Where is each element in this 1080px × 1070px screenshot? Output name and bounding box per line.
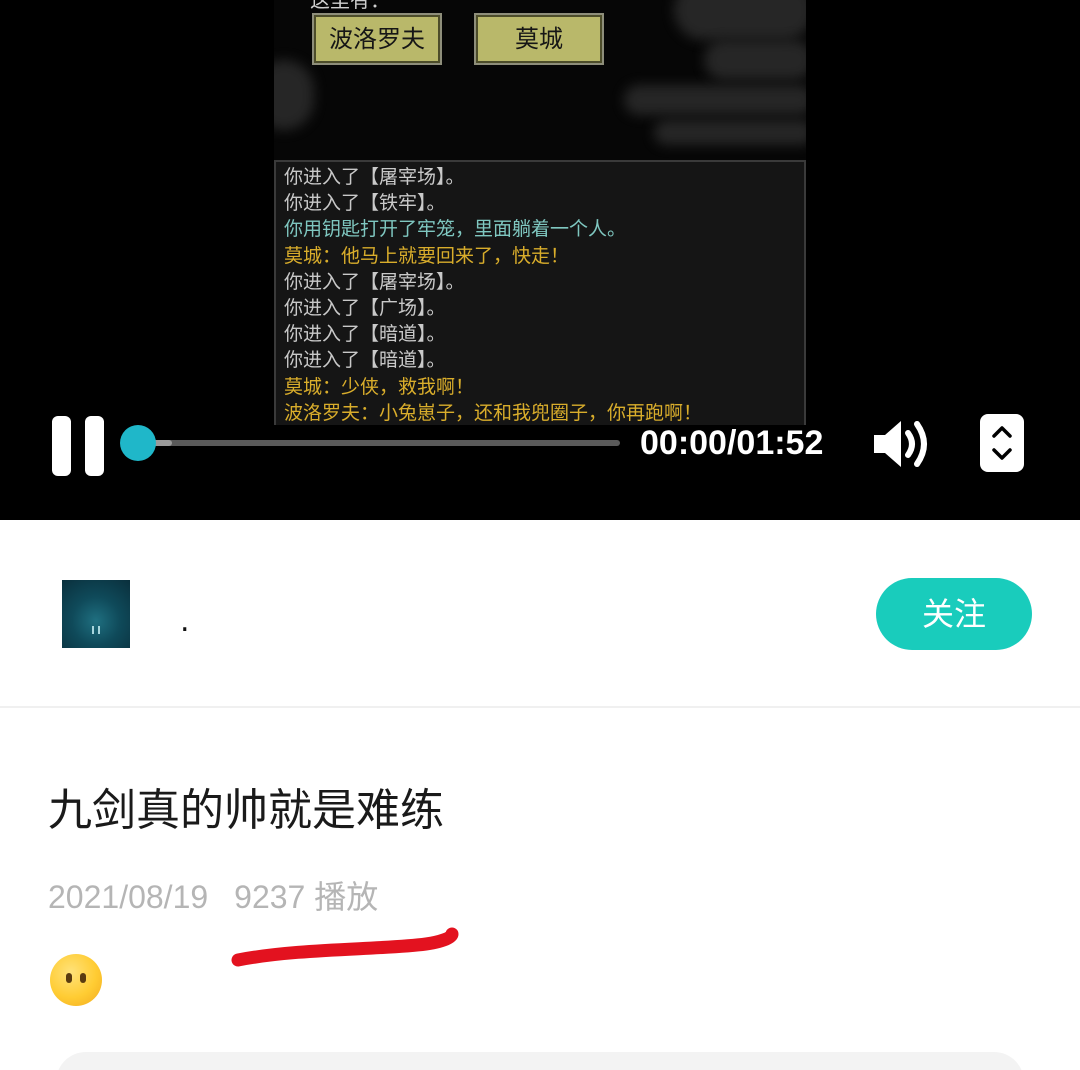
play-count: 9237 播放: [234, 879, 379, 915]
game-log: 你进入了【屠宰场】。 你进入了【铁牢】。你用钥匙打开了牢笼，里面躺着一个人。 莫城：…: [274, 160, 806, 425]
progress-thumb[interactable]: [120, 425, 156, 461]
author-row: . 关注: [0, 520, 1080, 708]
red-underline-annotation: [231, 927, 459, 967]
log-line: 你进入了【屠宰场】。: [284, 166, 465, 188]
npc-button-2[interactable]: 莫城: [474, 13, 604, 65]
progress-track[interactable]: [138, 440, 620, 446]
log-line: 你进入了【广场】。: [284, 297, 446, 320]
scene-label: 这里有：: [310, 0, 390, 12]
log-line: 你进入了【铁牢】。: [284, 192, 446, 215]
video-title: 九剑真的帅就是难练: [48, 785, 444, 836]
player-controls: 00:00/01:52: [0, 410, 1080, 480]
log-line: 你进入了【暗道】。: [284, 349, 446, 372]
follow-button[interactable]: 关注: [876, 578, 1032, 650]
log-line: 你进入了【暗道】。: [284, 323, 446, 346]
video-meta: 2021/08/19 9237 播放: [48, 872, 378, 918]
game-scene: 这里有： 波洛罗夫 莫城: [274, 0, 806, 160]
pause-icon[interactable]: [52, 416, 106, 476]
no-mouth-face-emoji-icon: [50, 954, 102, 1006]
time-display: 00:00/01:52: [640, 424, 824, 462]
log-line: 莫城：他马上就要回来了，快走！: [284, 244, 570, 267]
publish-date: 2021/08/19: [48, 879, 209, 915]
game-frame: 这里有： 波洛罗夫 莫城 你进入了【屠宰场】。 你进入了【铁牢】。你用钥匙打开了牢…: [274, 0, 806, 425]
fullscreen-icon[interactable]: [980, 414, 1024, 472]
comment-card[interactable]: [56, 1052, 1024, 1070]
log-line: 你进入了【屠宰场】。: [284, 270, 465, 293]
author-name[interactable]: .: [180, 604, 190, 639]
npc-button-1[interactable]: 波洛罗夫: [312, 13, 442, 65]
log-line: 莫城：少侠，救我啊！: [284, 375, 475, 398]
volume-icon[interactable]: [872, 418, 930, 470]
log-line: 你用钥匙打开了牢笼，里面躺着一个人。: [284, 218, 627, 241]
avatar[interactable]: [62, 580, 130, 648]
video-player[interactable]: 这里有： 波洛罗夫 莫城 你进入了【屠宰场】。 你进入了【铁牢】。你用钥匙打开了牢…: [0, 0, 1080, 520]
